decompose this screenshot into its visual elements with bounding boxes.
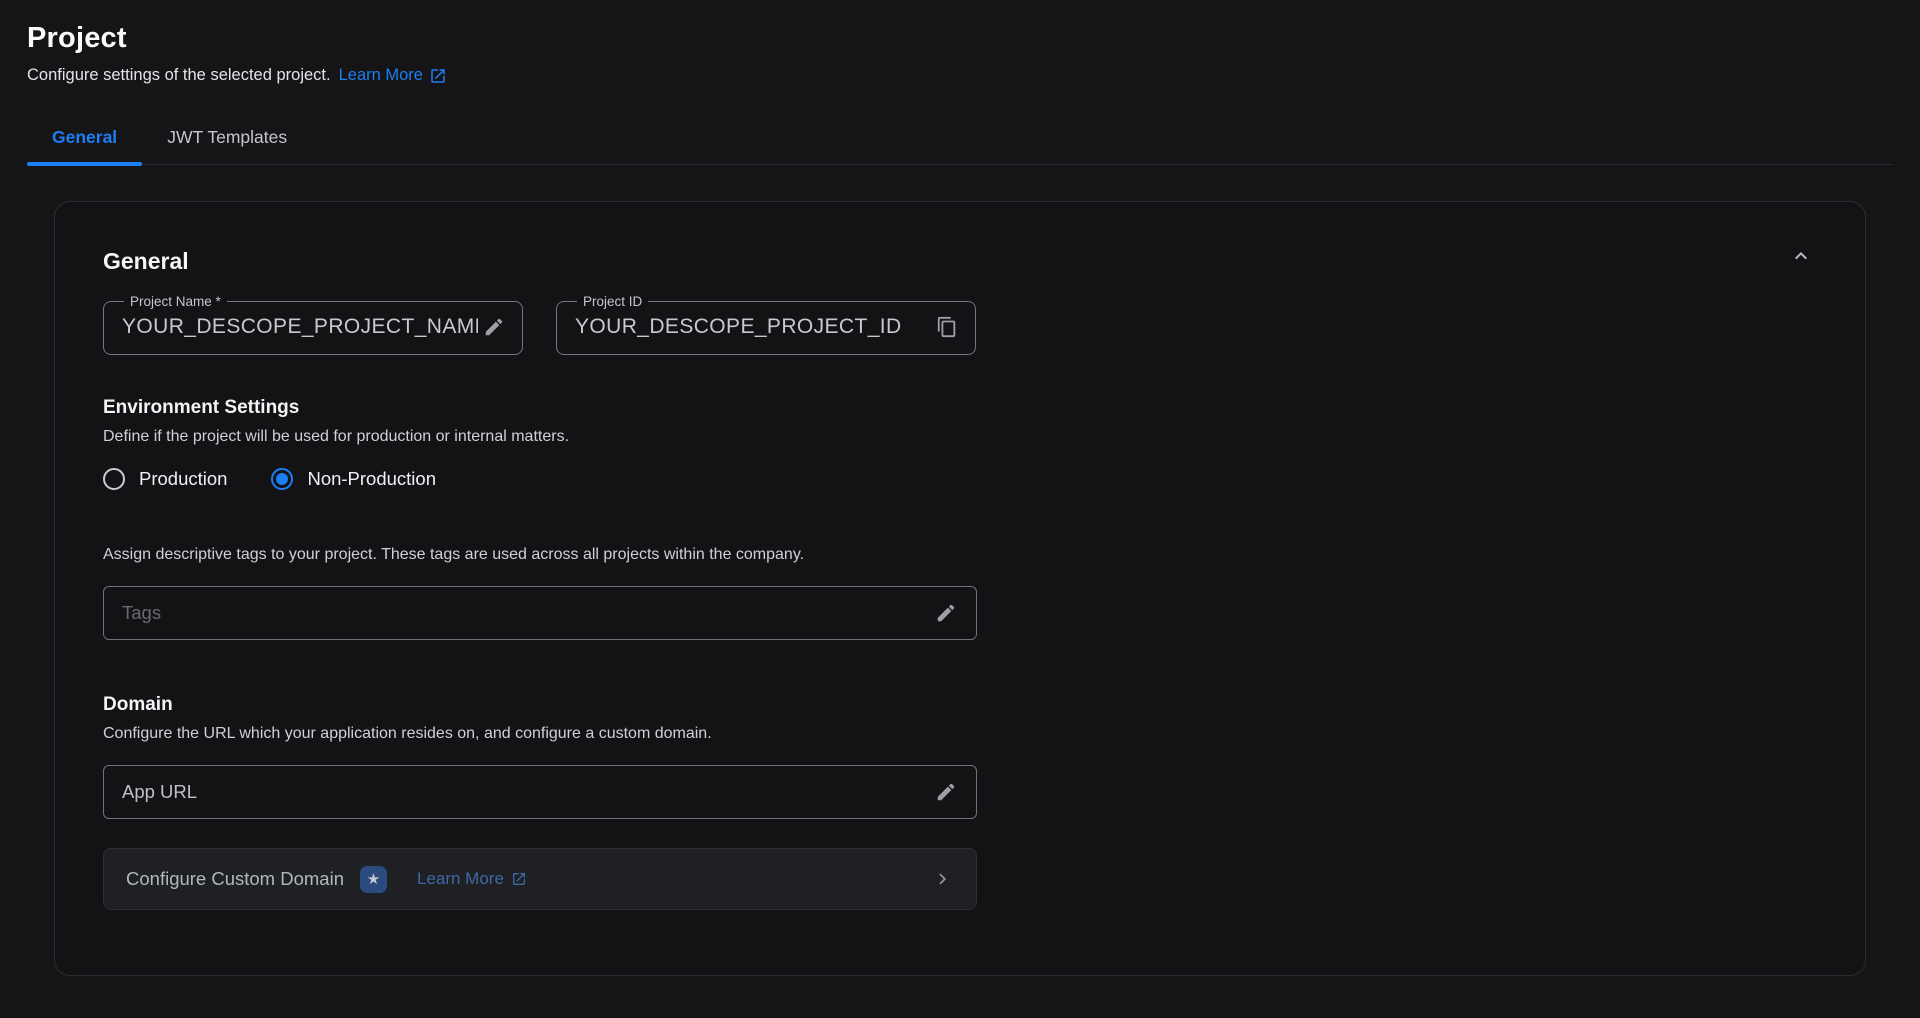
environment-settings-section: Environment Settings Define if the proje… bbox=[103, 397, 1817, 490]
custom-domain-learn-more-link[interactable]: Learn More bbox=[417, 869, 527, 889]
star-glyph: ★ bbox=[367, 870, 380, 888]
radio-selected-icon bbox=[271, 468, 293, 490]
tags-input[interactable] bbox=[122, 602, 930, 624]
tags-field bbox=[103, 586, 977, 640]
project-name-field: Project Name * bbox=[103, 295, 523, 355]
project-id-label: Project ID bbox=[577, 295, 648, 309]
page-subtitle-text: Configure settings of the selected proje… bbox=[27, 66, 331, 85]
premium-star-icon: ★ bbox=[360, 866, 387, 893]
pencil-icon bbox=[935, 781, 957, 803]
page-title: Project bbox=[27, 22, 1893, 55]
project-id-input bbox=[575, 315, 931, 339]
edit-project-name-button[interactable] bbox=[478, 311, 510, 343]
chevron-right-icon bbox=[932, 868, 954, 890]
environment-settings-description: Define if the project will be used for p… bbox=[103, 428, 1817, 446]
domain-description: Configure the URL which your application… bbox=[103, 725, 1817, 743]
pencil-icon bbox=[483, 316, 505, 338]
external-link-icon bbox=[429, 67, 447, 85]
radio-production[interactable]: Production bbox=[103, 468, 227, 490]
tab-jwt-templates[interactable]: JWT Templates bbox=[142, 114, 312, 164]
domain-section: Domain Configure the URL which your appl… bbox=[103, 694, 1817, 910]
tab-bar: General JWT Templates bbox=[27, 114, 1893, 165]
environment-settings-heading: Environment Settings bbox=[103, 397, 1817, 419]
configure-custom-domain-row[interactable]: Configure Custom Domain ★ Learn More bbox=[103, 848, 977, 910]
app-url-field bbox=[103, 765, 977, 819]
project-fields-row: Project Name * Project ID bbox=[103, 295, 1817, 355]
project-name-label: Project Name * bbox=[124, 295, 227, 309]
radio-production-label: Production bbox=[139, 468, 227, 490]
edit-app-url-button[interactable] bbox=[930, 776, 962, 808]
collapse-section-button[interactable] bbox=[1785, 240, 1817, 272]
edit-tags-button[interactable] bbox=[930, 597, 962, 629]
tags-description: Assign descriptive tags to your project.… bbox=[103, 546, 1817, 564]
domain-heading: Domain bbox=[103, 694, 1817, 716]
app-url-input[interactable] bbox=[122, 781, 930, 803]
configure-custom-domain-label: Configure Custom Domain bbox=[126, 868, 344, 890]
project-settings-page: Project Configure settings of the select… bbox=[0, 0, 1920, 976]
tab-general[interactable]: General bbox=[27, 114, 142, 164]
external-link-icon bbox=[511, 871, 527, 887]
radio-non-production-label: Non-Production bbox=[307, 468, 436, 490]
learn-more-link[interactable]: Learn More bbox=[339, 66, 447, 85]
project-name-input[interactable] bbox=[122, 315, 478, 339]
chevron-up-icon bbox=[1789, 244, 1813, 268]
tags-section: Assign descriptive tags to your project.… bbox=[103, 546, 1817, 640]
radio-unselected-icon bbox=[103, 468, 125, 490]
pencil-icon bbox=[935, 602, 957, 624]
card-title: General bbox=[103, 248, 1817, 275]
page-subtitle: Configure settings of the selected proje… bbox=[27, 66, 1893, 85]
general-settings-card: General Project Name * Project ID bbox=[54, 201, 1866, 976]
custom-domain-learn-more-label: Learn More bbox=[417, 869, 504, 889]
learn-more-label: Learn More bbox=[339, 66, 423, 85]
copy-project-id-button[interactable] bbox=[931, 311, 963, 343]
project-id-field: Project ID bbox=[556, 295, 976, 355]
radio-non-production[interactable]: Non-Production bbox=[271, 468, 436, 490]
environment-radio-group: Production Non-Production bbox=[103, 468, 1817, 490]
copy-icon bbox=[936, 316, 958, 338]
